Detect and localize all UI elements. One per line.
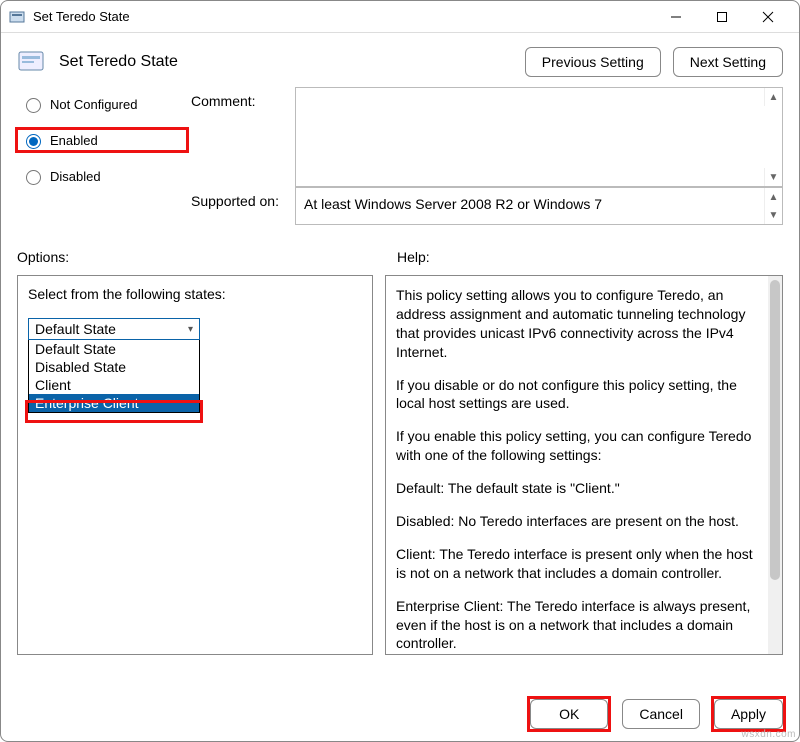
cancel-button[interactable]: Cancel: [622, 699, 700, 729]
radio-enabled-label: Enabled: [50, 133, 98, 148]
state-dropdown-list[interactable]: Default State Disabled State Client Ente…: [28, 339, 200, 413]
help-p1: This policy setting allows you to config…: [396, 286, 758, 362]
ok-button[interactable]: OK: [530, 699, 608, 729]
options-prompt: Select from the following states:: [28, 286, 362, 302]
watermark: wsxdn.com: [741, 729, 796, 740]
radio-not-configured-input[interactable]: [26, 98, 41, 113]
radio-enabled-input[interactable]: [26, 134, 41, 149]
app-icon: [9, 9, 25, 25]
scroll-up-icon[interactable]: ▲: [764, 188, 782, 206]
help-p2: If you disable or do not configure this …: [396, 376, 758, 414]
options-label: Options:: [17, 249, 397, 265]
supported-value: At least Windows Server 2008 R2 or Windo…: [304, 196, 602, 212]
state-option-disabled[interactable]: Disabled State: [29, 358, 199, 376]
chevron-down-icon: ▾: [188, 324, 193, 335]
supported-label: Supported on:: [191, 187, 291, 225]
titlebar: Set Teredo State: [1, 1, 799, 33]
help-p4: Default: The default state is "Client.": [396, 479, 758, 498]
comment-field[interactable]: ▲ ▼: [295, 87, 783, 187]
help-label: Help:: [397, 249, 430, 265]
options-pane: Select from the following states: Defaul…: [17, 275, 373, 655]
state-dropdown[interactable]: Default State ▾: [28, 318, 200, 340]
panes: Select from the following states: Defaul…: [1, 275, 799, 655]
help-scrollbar[interactable]: [768, 276, 782, 654]
window-buttons: [653, 1, 791, 33]
scroll-down-icon[interactable]: ▼: [764, 206, 782, 224]
header: Set Teredo State Previous Setting Next S…: [1, 33, 799, 83]
policy-dialog: Set Teredo State Set Teredo State Previo…: [0, 0, 800, 742]
state-dropdown-value: Default State: [35, 321, 116, 337]
radio-disabled-label: Disabled: [50, 169, 101, 184]
state-dropdown-wrap: Default State ▾ Default State Disabled S…: [28, 318, 362, 413]
policy-title: Set Teredo State: [59, 53, 525, 71]
maximize-button[interactable]: [699, 1, 745, 33]
next-setting-button[interactable]: Next Setting: [673, 47, 783, 77]
apply-button[interactable]: Apply: [714, 699, 783, 729]
help-p5: Disabled: No Teredo interfaces are prese…: [396, 512, 758, 531]
state-radio-group: Not Configured Enabled Disabled: [17, 87, 187, 187]
help-text: This policy setting allows you to config…: [396, 286, 772, 655]
radio-disabled-input[interactable]: [26, 170, 41, 185]
pane-labels: Options: Help:: [1, 225, 799, 275]
minimize-button[interactable]: [653, 1, 699, 33]
state-option-client[interactable]: Client: [29, 376, 199, 394]
previous-setting-button[interactable]: Previous Setting: [525, 47, 661, 77]
comment-label: Comment:: [191, 87, 291, 187]
scroll-down-icon[interactable]: ▼: [764, 168, 782, 186]
supported-field: At least Windows Server 2008 R2 or Windo…: [295, 187, 783, 225]
scrollbar-thumb[interactable]: [770, 280, 780, 580]
radio-not-configured[interactable]: Not Configured: [17, 93, 187, 115]
state-option-enterprise[interactable]: Enterprise Client: [29, 394, 199, 412]
radio-not-configured-label: Not Configured: [50, 97, 137, 112]
help-p7: Enterprise Client: The Teredo interface …: [396, 597, 758, 654]
radio-enabled[interactable]: Enabled: [17, 129, 187, 151]
radio-disabled[interactable]: Disabled: [17, 165, 187, 187]
window-title: Set Teredo State: [33, 9, 653, 24]
help-p3: If you enable this policy setting, you c…: [396, 427, 758, 465]
close-button[interactable]: [745, 1, 791, 33]
help-pane: This policy setting allows you to config…: [385, 275, 783, 655]
footer: OK Cancel Apply: [1, 687, 799, 741]
state-option-default[interactable]: Default State: [29, 340, 199, 358]
scroll-up-icon[interactable]: ▲: [764, 88, 782, 106]
config-grid: Not Configured Enabled Disabled Comment:…: [1, 83, 799, 225]
policy-icon: [17, 48, 49, 76]
help-p6: Client: The Teredo interface is present …: [396, 545, 758, 583]
